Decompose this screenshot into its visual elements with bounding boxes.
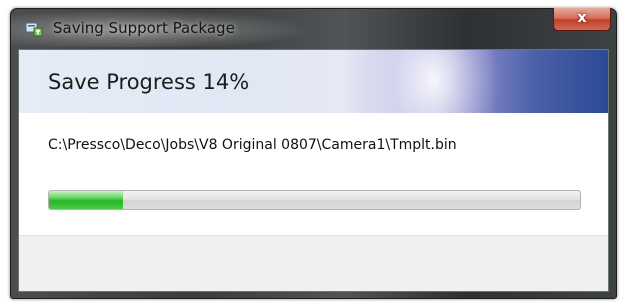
content-area: C:\Pressco\Deco\Jobs\V8 Original 0807\Ca… [19, 113, 608, 235]
dialog-footer [19, 235, 608, 291]
package-save-icon [25, 21, 43, 37]
header-banner: Save Progress 14% [19, 50, 608, 113]
dialog-client-area: Save Progress 14% C:\Pressco\Deco\Jobs\V… [18, 49, 609, 292]
title-bar[interactable]: Saving Support Package x [11, 8, 616, 49]
dialog-window: Saving Support Package x Save Progress 1… [10, 8, 617, 299]
progress-bar [48, 190, 581, 210]
close-button[interactable]: x [553, 8, 611, 31]
window-title: Saving Support Package [53, 19, 235, 37]
save-progress-heading: Save Progress 14% [48, 70, 250, 94]
current-file-path: C:\Pressco\Deco\Jobs\V8 Original 0807\Ca… [48, 137, 457, 153]
close-icon: x [577, 10, 587, 26]
progress-bar-fill [49, 191, 124, 209]
